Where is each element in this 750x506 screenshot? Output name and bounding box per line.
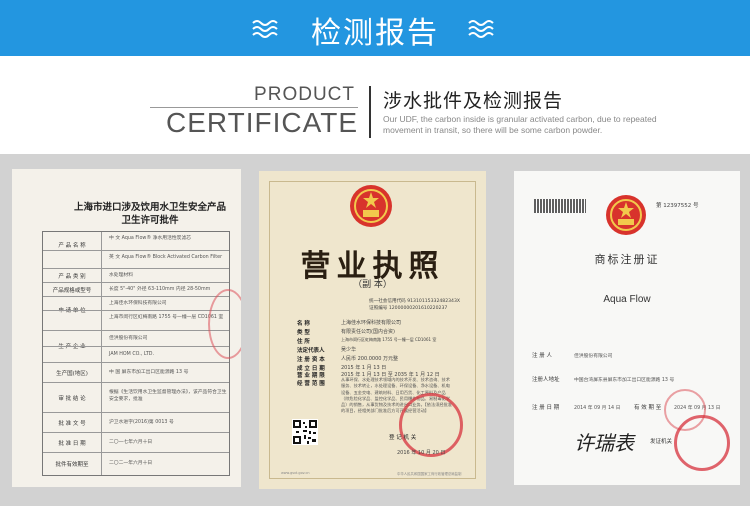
field-label: 名 称 bbox=[297, 321, 310, 327]
national-emblem-icon bbox=[606, 195, 646, 235]
row-value: 根据《生活饮用水卫生监督管理办法》，该产品符合卫生安全要求，批准 bbox=[109, 390, 227, 402]
seal-stamp bbox=[674, 415, 730, 471]
table-row: 英 文 Aqua Flow® Block Activated Carbon Fi… bbox=[43, 250, 229, 268]
row-value: 中 国 屏东市加工出口区能源路 13 号 bbox=[109, 370, 189, 375]
permit-table: 产 品 名 称 中 文 Aqua Flow® 净水用活性炭滤芯 英 文 Aqua… bbox=[42, 231, 230, 476]
table-row: JAM HOM CO., LTD. bbox=[43, 346, 229, 362]
license-number: 证照编号 12000000201610220237 bbox=[369, 306, 448, 311]
field-value: 人民币 200.0000 万元整 bbox=[341, 356, 399, 362]
license-footer: 中华人民共和国国家工商行政管理总局监制 bbox=[397, 472, 462, 476]
table-row: 上海市闵行区虹梅南路 1755 号一幢一层 CD1061 室 bbox=[43, 310, 229, 330]
row-value: 中 文 Aqua Flow® 净水用活性炭滤芯 bbox=[109, 236, 192, 241]
table-row: 生产国(地区) 中 国 屏东市加工出口区能源路 13 号 bbox=[43, 362, 229, 382]
website-url: www.gsxt.gov.cn bbox=[281, 471, 310, 475]
certificate-label: CERTIFICATE bbox=[166, 107, 358, 138]
row-label: 产品规格或型号 bbox=[52, 288, 92, 294]
row-value: JAM HOM CO., LTD. bbox=[109, 352, 154, 357]
row-value: 英 文 Aqua Flow® Block Activated Carbon Fi… bbox=[109, 255, 223, 260]
table-row: 产 品 类 别 水处理材料 bbox=[43, 268, 229, 282]
trademark-certificate: 第 12397552 号 商标注册证 Aqua Flow 注 册 人 佳洪股份有… bbox=[514, 171, 740, 485]
table-row: 生 产 企 业 佳洪股份有限公司 bbox=[43, 330, 229, 350]
barcode-logo bbox=[534, 199, 586, 213]
issue-date: 2016 年 10 月 20 日 bbox=[397, 450, 446, 456]
row-value: 2014 年 09 月 14 日 bbox=[574, 406, 621, 411]
issuing-authority: 发证机关 bbox=[650, 439, 673, 445]
row-label: 注 册 日 期 bbox=[532, 405, 560, 411]
wave-icon bbox=[468, 20, 494, 38]
field-label: 注 册 资 本 bbox=[297, 357, 325, 363]
business-license-certificate: 营业执照 （副 本） 统一社会信用代码 91310115332482343X 证… bbox=[259, 171, 486, 489]
product-label: PRODUCT bbox=[254, 84, 355, 105]
table-row: 申 请 单 位 上海佳水环保科技有限公司 bbox=[43, 296, 229, 314]
field-value: 吴少华 bbox=[341, 347, 357, 353]
row-value: 二〇二一年六月十日 bbox=[109, 461, 153, 466]
row-label: 有 效 期 至 bbox=[634, 405, 662, 411]
field-value: 上海市闵行区虹梅南路 1755 号一幢一层 CD1061 室 bbox=[341, 337, 437, 342]
row-label: 生产国(地区) bbox=[56, 371, 88, 377]
table-row: 产 品 名 称 中 文 Aqua Flow® 净水用活性炭滤芯 bbox=[43, 232, 229, 250]
seal-stamp bbox=[208, 289, 241, 359]
top-banner: 检测报告 bbox=[0, 0, 750, 56]
field-value: 上海佳水环保科技有限公司 bbox=[341, 320, 402, 326]
field-label: 住 所 bbox=[297, 339, 310, 345]
signature: 许瑞表 bbox=[574, 431, 634, 455]
row-label: 审 批 结 论 bbox=[58, 396, 86, 402]
table-row: 批件有效期至 二〇二一年六月十日 bbox=[43, 452, 229, 475]
seal-stamp bbox=[399, 393, 463, 457]
vertical-divider bbox=[369, 86, 371, 138]
permit-title: 上海市进口涉及饮用水卫生安全产品卫生许可批件 bbox=[73, 202, 226, 226]
row-value: 上海佳水环保科技有限公司 bbox=[109, 301, 167, 306]
row-label: 批 准 文 号 bbox=[58, 421, 86, 427]
row-label: 注 册 人 bbox=[532, 353, 552, 359]
national-emblem-icon bbox=[350, 185, 392, 227]
trademark-name: Aqua Flow bbox=[603, 294, 651, 305]
table-row: 批 准 文 号 沪卫水进字(2016)第 0013 号 bbox=[43, 412, 229, 432]
license-subtitle: （副 本） bbox=[353, 280, 392, 290]
row-value: 佳洪股份有限公司 bbox=[574, 354, 613, 359]
row-value: 水处理材料 bbox=[109, 273, 133, 278]
field-label: 类 型 bbox=[297, 330, 310, 336]
row-label: 注册人地址 bbox=[532, 377, 560, 383]
field-label: 经 营 范 围 bbox=[297, 381, 325, 387]
field-value: 有限责任公司(国内合资) bbox=[341, 329, 395, 335]
registration-authority: 登 记 机 关 bbox=[389, 435, 417, 441]
field-value: 2015 年 1 月 13 日 bbox=[341, 365, 387, 371]
section-description: Our UDF, the carbon inside is granular a… bbox=[383, 114, 657, 135]
row-label: 批件有效期至 bbox=[55, 462, 89, 468]
certificates-panel: 上海市进口涉及饮用水卫生安全产品卫生许可批件 产 品 名 称 中 文 Aqua … bbox=[0, 154, 750, 506]
license-codes: 统一社会信用代码 91310115332482343X 证照编号 1200000… bbox=[369, 298, 460, 312]
row-value: 沪卫水进字(2016)第 0013 号 bbox=[109, 420, 174, 425]
page-title: 检测报告 bbox=[311, 16, 439, 51]
field-label: 营 业 期 限 bbox=[297, 373, 325, 379]
credit-code: 统一社会信用代码 91310115332482343X bbox=[369, 299, 461, 304]
trademark-title: 商标注册证 bbox=[594, 253, 660, 266]
row-value: 二〇一七年六月十日 bbox=[109, 440, 153, 445]
row-value: 长度 5"-40" 外径 63-110mm 内径 28-50mm bbox=[109, 287, 211, 292]
registration-number: 第 12397552 号 bbox=[656, 203, 699, 209]
section-header: PRODUCT CERTIFICATE 涉水批件及检测报告 Our UDF, t… bbox=[0, 56, 750, 154]
hygiene-permit-certificate: 上海市进口涉及饮用水卫生安全产品卫生许可批件 产 品 名 称 中 文 Aqua … bbox=[12, 169, 241, 487]
table-row: 审 批 结 论 根据《生活饮用水卫生监督管理办法》，该产品符合卫生安全要求，批准 bbox=[43, 382, 229, 412]
qr-code-icon bbox=[292, 419, 318, 445]
row-value: 中国台湾屏东县屏东市加工出口区能源路 13 号 bbox=[574, 378, 675, 383]
table-row: 产品规格或型号 长度 5"-40" 外径 63-110mm 内径 28-50mm bbox=[43, 282, 229, 296]
row-label: 产 品 名 称 bbox=[58, 243, 86, 249]
table-row: 批 准 日 期 二〇一七年六月十日 bbox=[43, 432, 229, 452]
field-label: 法定代表人 bbox=[297, 348, 325, 354]
section-title: 涉水批件及检测报告 bbox=[383, 90, 564, 112]
row-label: 产 品 类 别 bbox=[58, 274, 86, 280]
row-label: 批 准 日 期 bbox=[58, 441, 86, 447]
